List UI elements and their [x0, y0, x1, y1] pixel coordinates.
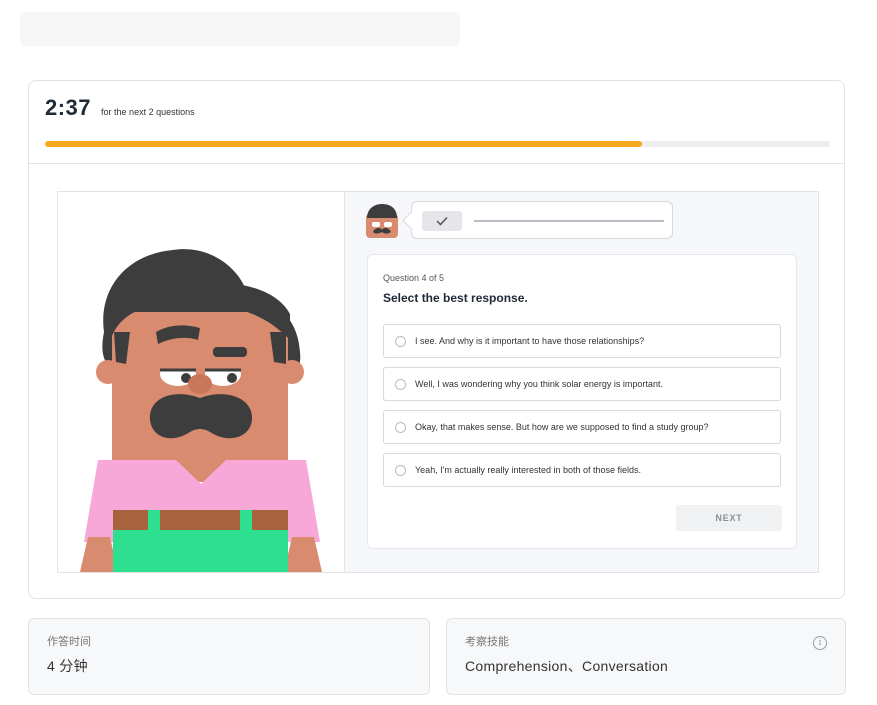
character-overalls [113, 530, 288, 572]
character-right-eyebrow [213, 347, 247, 357]
question-box: Question 4 of 5 Select the best response… [367, 254, 797, 549]
answer-option-label: Well, I was wondering why you think sola… [415, 379, 663, 389]
answer-time-label: 作答时间 [47, 636, 91, 648]
skills-label: 考察技能 [465, 636, 509, 648]
radio-button[interactable] [395, 464, 406, 476]
answer-option-label: Okay, that makes sense. But how are we s… [415, 422, 709, 432]
qa-panel: Question 4 of 5 Select the best response… [345, 192, 818, 572]
question-counter: Question 4 of 5 [383, 273, 445, 283]
character-right-arm [284, 537, 322, 572]
character-left-strap [148, 510, 160, 532]
speech-bubble [402, 201, 673, 239]
character-nose [188, 374, 212, 394]
answer-option[interactable]: I see. And why is it important to have t… [383, 324, 781, 358]
timer-subtitle: for the next 2 questions [101, 107, 195, 117]
info-icon[interactable]: i [813, 636, 827, 650]
character-right-pupil [227, 373, 237, 383]
timer-row: 2:37 for the next 2 questions [45, 95, 195, 125]
skills-value: Comprehension、Conversation [465, 658, 669, 674]
radio-button[interactable] [395, 335, 406, 347]
conversation-stage: Question 4 of 5 Select the best response… [57, 191, 819, 573]
answer-option-label: Yeah, I'm actually really interested in … [415, 465, 642, 475]
radio-button[interactable] [395, 421, 406, 433]
speaker-avatar [366, 204, 398, 238]
divider [29, 163, 844, 164]
answer-time-value: 4 分钟 [47, 658, 88, 674]
check-icon [422, 211, 462, 231]
speech-bubble-tail [402, 211, 421, 230]
answer-option[interactable]: Yeah, I'm actually really interested in … [383, 453, 781, 487]
character-left-arm [80, 537, 118, 572]
character-illustration [80, 249, 322, 572]
next-button[interactable]: NEXT [676, 505, 782, 531]
question-prompt: Select the best response. [383, 291, 528, 305]
progress-bar [45, 141, 830, 147]
answer-option-label: I see. And why is it important to have t… [415, 336, 645, 346]
radio-button[interactable] [395, 378, 406, 390]
character-belt [113, 510, 288, 530]
answer-time-card: 作答时间 4 分钟 [28, 618, 430, 695]
top-bar-placeholder [20, 12, 460, 46]
progress-fill [45, 141, 642, 147]
timer: 2:37 [45, 95, 92, 120]
character-panel [58, 192, 345, 572]
answer-option[interactable]: Okay, that makes sense. But how are we s… [383, 410, 781, 444]
answer-option[interactable]: Well, I was wondering why you think sola… [383, 367, 781, 401]
audio-progress-line [474, 220, 664, 222]
character-right-strap [240, 510, 252, 532]
question-card: 2:37 for the next 2 questions Question 4… [28, 80, 845, 599]
skills-card: 考察技能 Comprehension、Conversation i [446, 618, 846, 695]
character-face [112, 312, 288, 482]
